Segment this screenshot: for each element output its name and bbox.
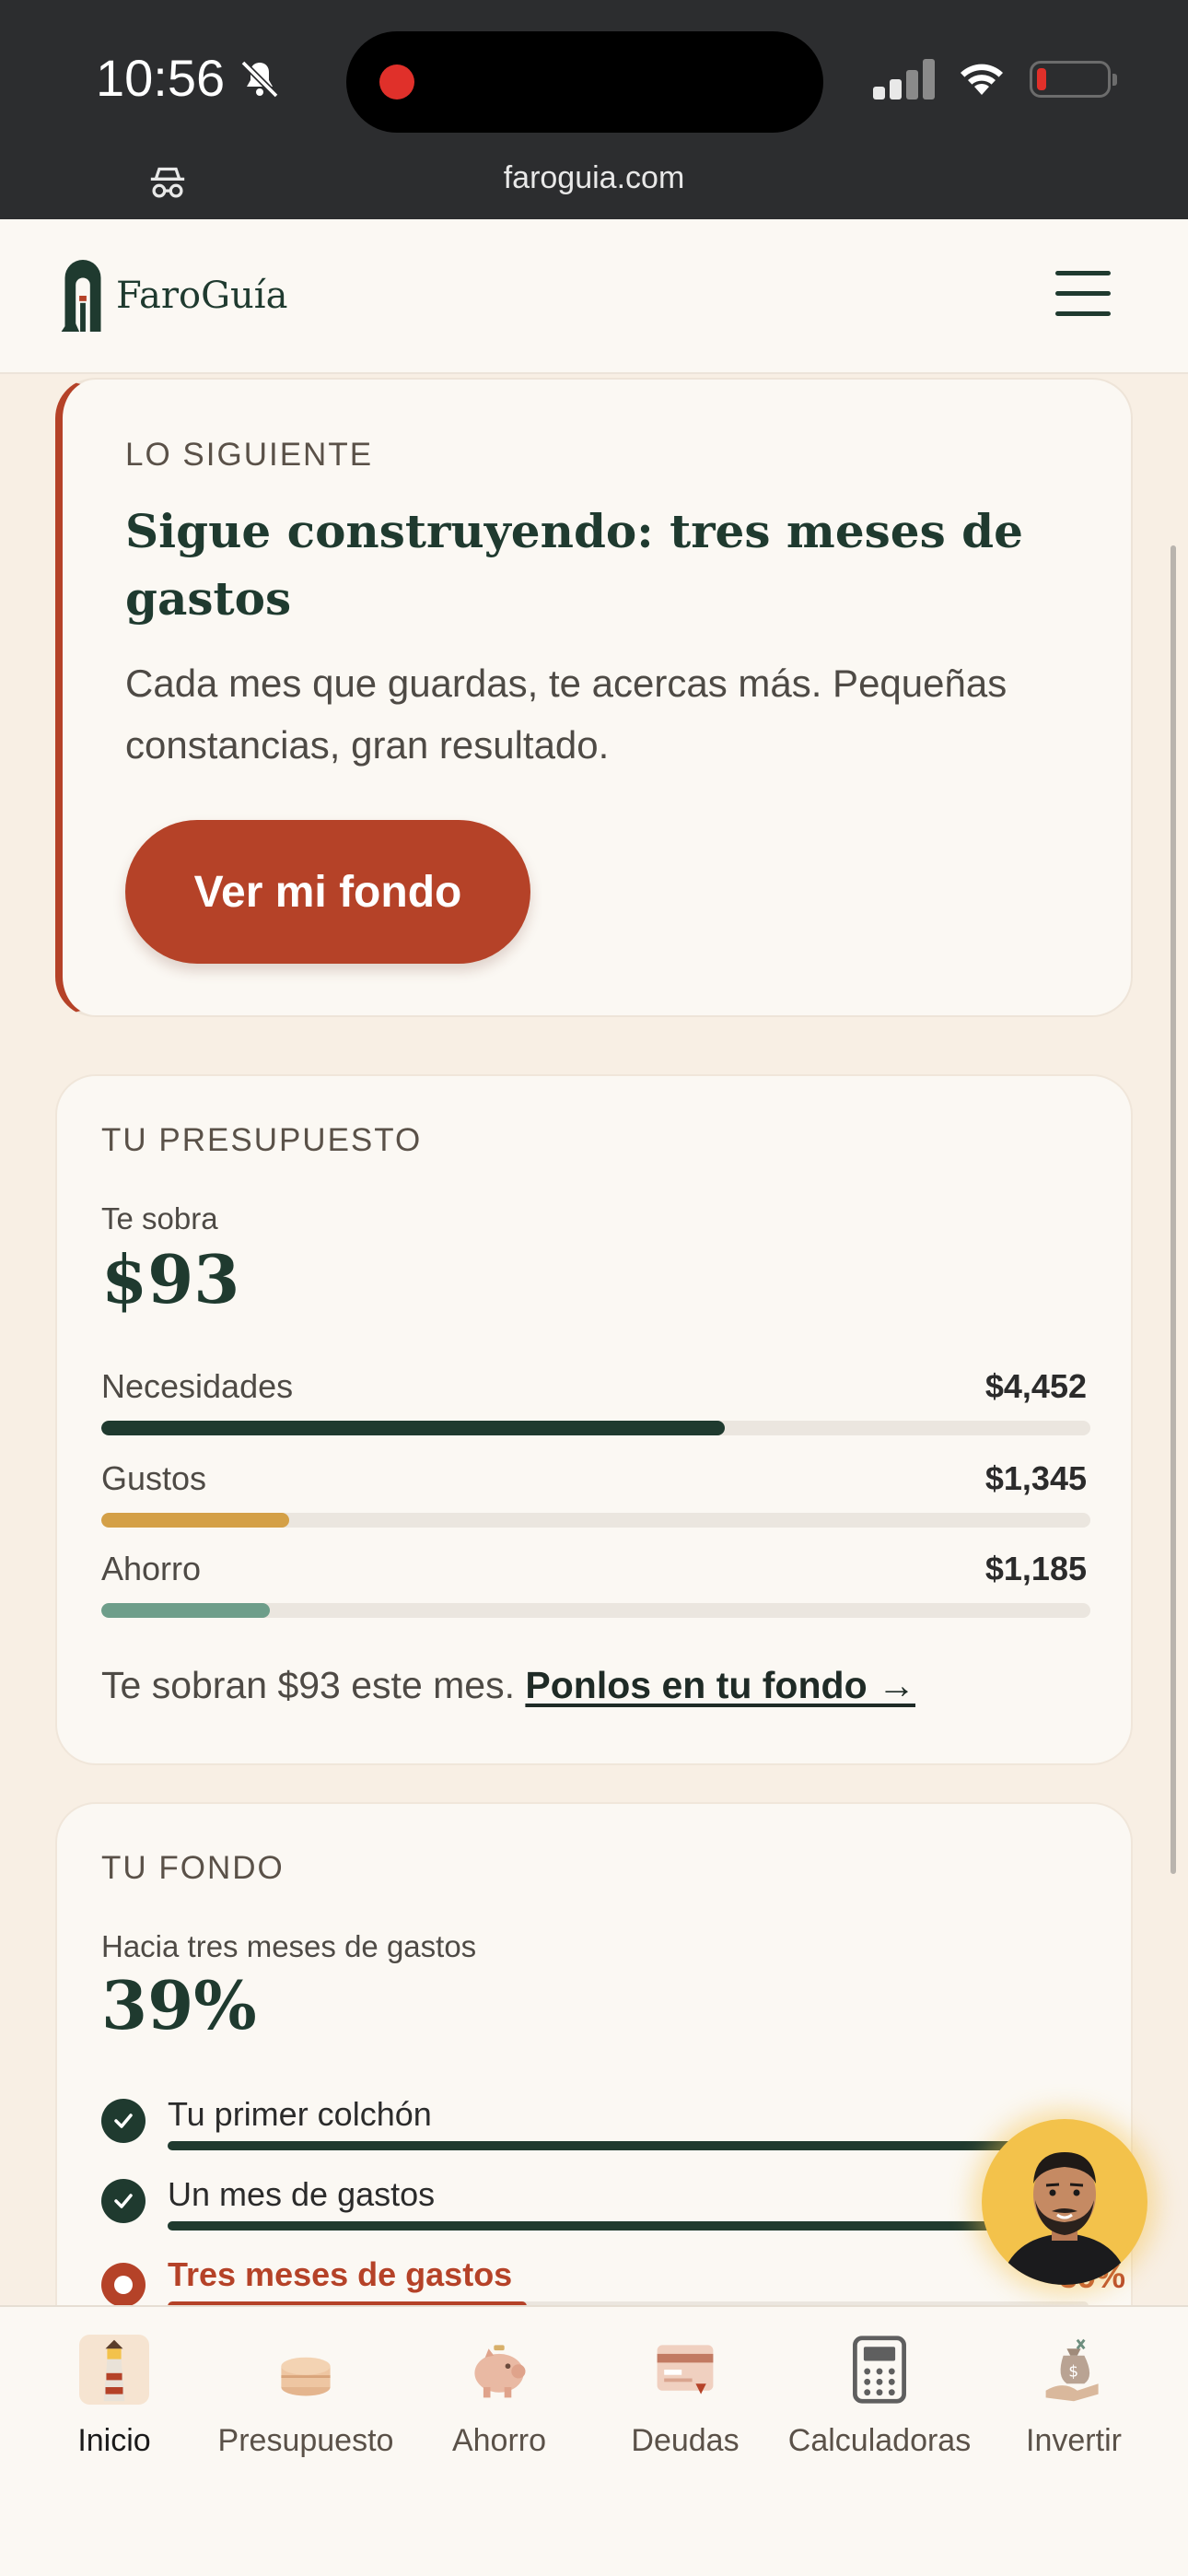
- budget-row-label: Gustos: [101, 1459, 207, 1497]
- status-bar: 10:56 faroguia.com: [0, 0, 1188, 219]
- nav-label: Presupuesto: [217, 2423, 394, 2458]
- budget-row-label: Necesidades: [101, 1367, 294, 1405]
- svg-text:$: $: [1068, 2363, 1078, 2382]
- next-title: Sigue construyendo: tres meses de gastos: [125, 504, 1023, 626]
- milestone-item: Tu primer colchón: [101, 2095, 1114, 2169]
- milestone-bar: [168, 2221, 1089, 2231]
- milestone-label: Tres meses de gastos: [168, 2255, 513, 2293]
- budget-note-text: Te sobran $93 este mes.: [101, 1664, 515, 1706]
- move-to-fund-link[interactable]: Ponlos en tu fondo →: [525, 1664, 915, 1706]
- nav-label: Ahorro: [451, 2423, 547, 2458]
- hamburger-menu-icon[interactable]: [1055, 271, 1111, 317]
- nav-item-invertir[interactable]: $ Invertir: [1000, 2335, 1147, 2473]
- budget-row-label: Ahorro: [101, 1550, 202, 1587]
- milestone-label: Un mes de gastos: [168, 2175, 436, 2213]
- dynamic-island: [346, 31, 823, 133]
- money-bag-icon: $: [1045, 2338, 1099, 2402]
- nav-item-presupuesto[interactable]: Presupuesto: [214, 2335, 398, 2473]
- budget-note: Te sobran $93 este mes. Ponlos en tu fon…: [101, 1664, 915, 1707]
- budget-row-bar: [101, 1603, 1090, 1618]
- budget-row-bar: [101, 1513, 1090, 1528]
- budget-row-bar: [101, 1421, 1090, 1435]
- fund-eyebrow: TU FONDO: [101, 1850, 285, 1886]
- budget-row-value: $1,345: [984, 1459, 1087, 1497]
- check-icon: [101, 2099, 146, 2143]
- milestone-label: Tu primer colchón: [168, 2095, 432, 2133]
- budget-row-value: $4,452: [984, 1367, 1087, 1405]
- scrollbar[interactable]: [1171, 545, 1176, 1874]
- bottom-navigation: Inicio Presupuesto Ahorro Deudas Calcula…: [0, 2305, 1188, 2576]
- nav-label: Inicio: [77, 2423, 151, 2458]
- next-eyebrow: LO SIGUIENTE: [125, 437, 374, 473]
- budget-eyebrow: TU PRESUPUESTO: [101, 1122, 423, 1158]
- battery-icon: [1030, 61, 1117, 98]
- next-step-card: LO SIGUIENTE Sigue construyendo: tres me…: [55, 378, 1133, 1017]
- nav-item-deudas[interactable]: Deudas: [611, 2335, 759, 2473]
- fund-subtitle: Hacia tres meses de gastos: [101, 1929, 477, 1963]
- next-body: Cada mes que guardas, te acercas más. Pe…: [125, 662, 1007, 767]
- milestone-bar: [168, 2141, 1089, 2150]
- url-bar[interactable]: faroguia.com: [0, 160, 1188, 196]
- advisor-avatar[interactable]: [982, 2119, 1147, 2285]
- nav-item-calculadoras[interactable]: Calculadoras: [783, 2335, 976, 2473]
- fund-percent: 39%: [101, 1966, 257, 2044]
- nav-label: Calculadoras: [787, 2423, 972, 2458]
- budget-row-fill: [101, 1603, 270, 1618]
- check-icon: [101, 2179, 146, 2223]
- credit-card-icon: [657, 2345, 714, 2395]
- budget-left-label: Te sobra: [101, 1201, 218, 1235]
- calculator-icon: [853, 2336, 906, 2404]
- nav-label: Deudas: [631, 2423, 740, 2458]
- budget-row-fill: [101, 1513, 290, 1528]
- budget-left-value: $93: [101, 1240, 240, 1318]
- bell-muted-icon: [240, 60, 279, 99]
- status-time: 10:56: [96, 49, 226, 107]
- budget-card: TU PRESUPUESTO Te sobra $93 Necesidades …: [55, 1074, 1133, 1765]
- budget-row-value: $1,185: [984, 1550, 1087, 1587]
- brand-name[interactable]: FaroGuía: [116, 275, 287, 317]
- piggy-bank-icon: [474, 2345, 526, 2398]
- cellular-signal-icon: [873, 59, 936, 100]
- milestone-item: Un mes de gastos: [101, 2175, 1114, 2249]
- lighthouse-icon: [79, 2335, 149, 2405]
- lighthouse-logo-icon[interactable]: [61, 260, 105, 332]
- nav-label: Invertir: [1026, 2423, 1122, 2458]
- nav-item-ahorro[interactable]: Ahorro: [425, 2335, 573, 2473]
- view-fund-button[interactable]: Ver mi fondo: [125, 820, 530, 964]
- wifi-icon: [961, 64, 1003, 95]
- nav-item-inicio[interactable]: Inicio: [41, 2335, 188, 2473]
- recording-dot-icon: [379, 64, 414, 100]
- advisor-face-icon: [987, 2125, 1142, 2285]
- coins-icon: [281, 2357, 331, 2396]
- budget-row-fill: [101, 1421, 725, 1435]
- site-header: FaroGuía: [0, 219, 1188, 374]
- current-milestone-icon: [101, 2263, 146, 2307]
